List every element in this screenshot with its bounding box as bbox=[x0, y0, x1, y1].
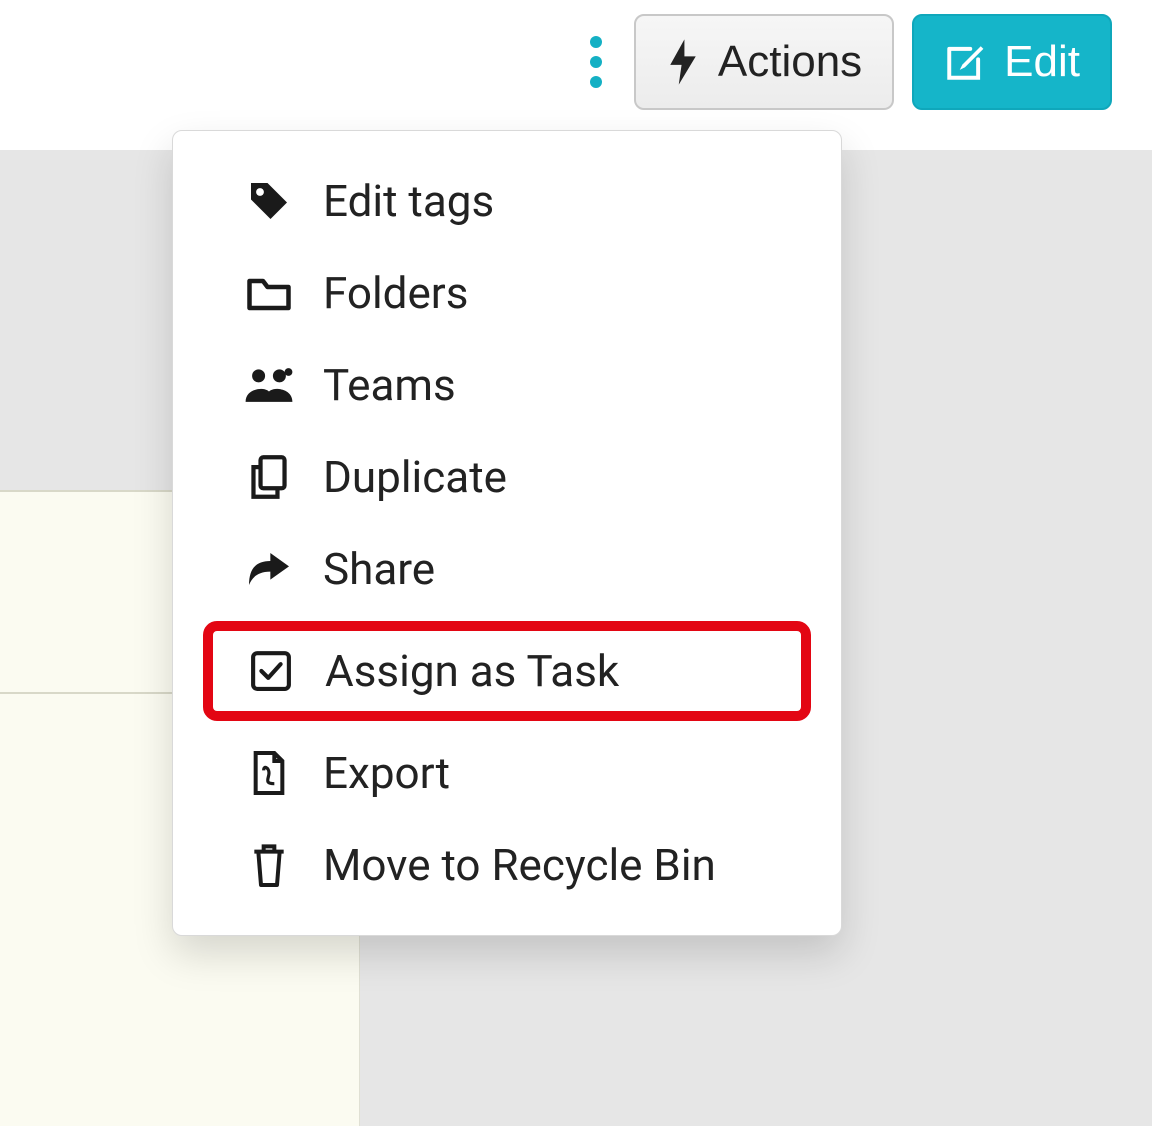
edit-label: Edit bbox=[1004, 37, 1080, 87]
menu-item-label: Edit tags bbox=[323, 175, 494, 227]
menu-item-duplicate[interactable]: Duplicate bbox=[173, 431, 841, 523]
edit-icon bbox=[944, 41, 986, 83]
edit-button[interactable]: Edit bbox=[912, 14, 1112, 110]
menu-item-move-to-recycle-bin[interactable]: Move to Recycle Bin bbox=[173, 819, 841, 911]
folder-icon bbox=[243, 267, 295, 319]
menu-item-label: Assign as Task bbox=[325, 645, 619, 697]
users-icon bbox=[243, 359, 295, 411]
menu-item-label: Teams bbox=[323, 359, 456, 411]
menu-item-edit-tags[interactable]: Edit tags bbox=[173, 155, 841, 247]
menu-item-label: Export bbox=[323, 747, 450, 799]
menu-item-label: Move to Recycle Bin bbox=[323, 839, 716, 891]
menu-item-label: Folders bbox=[323, 267, 468, 319]
menu-item-label: Duplicate bbox=[323, 451, 507, 503]
menu-item-assign-as-task[interactable]: Assign as Task bbox=[203, 621, 811, 721]
actions-button[interactable]: Actions bbox=[634, 14, 894, 110]
more-options-menu: Edit tags Folders Teams Duplicate Share bbox=[172, 130, 842, 936]
toolbar: Actions Edit bbox=[576, 14, 1112, 110]
menu-item-folders[interactable]: Folders bbox=[173, 247, 841, 339]
kebab-dot-icon bbox=[590, 76, 602, 88]
menu-item-export[interactable]: Export bbox=[173, 727, 841, 819]
actions-label: Actions bbox=[718, 37, 862, 87]
trash-icon bbox=[243, 839, 295, 891]
bolt-icon bbox=[666, 39, 700, 85]
more-options-button[interactable] bbox=[576, 36, 616, 88]
kebab-dot-icon bbox=[590, 36, 602, 48]
tag-icon bbox=[243, 175, 295, 227]
file-pdf-icon bbox=[243, 747, 295, 799]
menu-item-label: Share bbox=[323, 543, 435, 595]
share-icon bbox=[243, 543, 295, 595]
menu-item-share[interactable]: Share bbox=[173, 523, 841, 615]
copy-icon bbox=[243, 451, 295, 503]
kebab-dot-icon bbox=[590, 56, 602, 68]
check-square-icon bbox=[245, 645, 297, 697]
menu-item-teams[interactable]: Teams bbox=[173, 339, 841, 431]
